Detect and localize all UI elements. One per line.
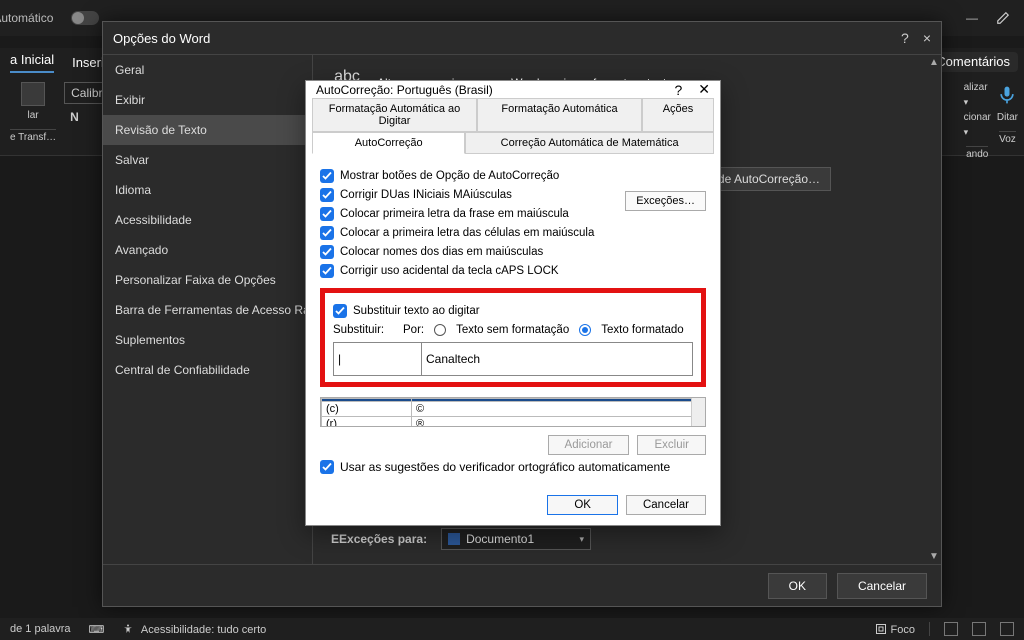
minimize-icon[interactable]: — <box>966 11 978 25</box>
checkbox-replace-typing[interactable] <box>333 304 347 318</box>
autocorrect-close-button[interactable]: ✕ <box>698 81 710 98</box>
with-input[interactable] <box>421 342 693 376</box>
accessibility-icon <box>122 623 134 635</box>
sidebar-item-general[interactable]: Geral <box>103 55 312 85</box>
word-count[interactable]: de 1 palavra <box>10 623 71 635</box>
sidebar-item-accessibility[interactable]: Acessibilidade <box>103 205 312 235</box>
sidebar-item-addins[interactable]: Suplementos <box>103 325 312 355</box>
view-print-icon[interactable] <box>972 622 986 636</box>
checkbox-days[interactable] <box>320 245 334 259</box>
view-web-icon[interactable] <box>1000 622 1014 636</box>
exceptions-button[interactable]: Exceções… <box>625 191 706 211</box>
view-readmode-icon[interactable] <box>944 622 958 636</box>
radio-formatted-text[interactable] <box>579 324 591 336</box>
checkbox-show-buttons[interactable] <box>320 169 334 183</box>
tab-autoformat-typing[interactable]: Formatação Automática ao Digitar <box>312 98 477 132</box>
sidebar-item-save[interactable]: Salvar <box>103 145 312 175</box>
scroll-up-arrow[interactable]: ▲ <box>929 57 939 68</box>
label-with: Por: <box>403 324 424 336</box>
checkbox-first-cell[interactable] <box>320 226 334 240</box>
focus-mode-button[interactable]: Foco <box>875 623 915 636</box>
help-button[interactable]: ? <box>901 30 909 46</box>
dictate-group: Ditar Voz <box>997 82 1018 145</box>
sidebar-item-trust[interactable]: Central de Confiabilidade <box>103 355 312 385</box>
checkbox-two-caps[interactable] <box>320 188 334 202</box>
autocorrect-body: Mostrar botões de Opção de AutoCorreção … <box>306 154 720 397</box>
exceptions-combo[interactable]: Documento1 <box>441 528 591 550</box>
tab-home[interactable]: a Inicial <box>10 52 54 73</box>
autocorrect-titlebar: AutoCorreção: Português (Brasil) ? ✕ <box>306 81 720 98</box>
scroll-down-arrow[interactable]: ▼ <box>929 551 939 562</box>
word-options-title-text: Opções do Word <box>113 31 210 46</box>
replacement-list[interactable]: (c)© (r)® (tm)™ :(* :-(* :)** <box>320 397 706 427</box>
sidebar-item-advanced[interactable]: Avançado <box>103 235 312 265</box>
sidebar-item-ribbon[interactable]: Personalizar Faixa de Opções <box>103 265 312 295</box>
close-button[interactable]: × <box>923 30 931 46</box>
autosave-label: o Automático <box>0 11 53 25</box>
options-sidebar: Geral Exibir Revisão de Texto Salvar Idi… <box>103 55 313 564</box>
list-item: (r)® <box>322 417 705 428</box>
delete-button[interactable]: Excluir <box>637 435 706 455</box>
autocorrect-help-button[interactable]: ? <box>674 82 682 98</box>
sidebar-item-display[interactable]: Exibir <box>103 85 312 115</box>
tab-autocorrect[interactable]: AutoCorreção <box>312 132 465 154</box>
replace-input[interactable] <box>333 342 421 376</box>
bold-button[interactable]: N <box>64 108 85 126</box>
paste-icon[interactable] <box>21 82 45 106</box>
tab-autoformat[interactable]: Formatação Automática <box>477 98 642 132</box>
focus-icon <box>875 623 887 635</box>
language-indicator[interactable]: ⌨ <box>89 623 105 636</box>
edit-pencil-icon[interactable] <box>996 11 1010 25</box>
word-options-titlebar: Opções do Word ? × <box>103 22 941 54</box>
options-footer: OK Cancelar <box>103 564 941 606</box>
exceptions-for-label: EExceções para:Exceções para: <box>331 532 427 546</box>
autocorrect-cancel-button[interactable]: Cancelar <box>626 495 706 515</box>
editing-group: alizar▾ cionar▾ ando <box>964 82 991 160</box>
word-doc-icon <box>448 533 460 545</box>
checkbox-use-suggestions[interactable] <box>320 460 334 474</box>
autocorrect-dialog: AutoCorreção: Português (Brasil) ? ✕ For… <box>305 80 721 526</box>
accessibility-status[interactable]: Acessibilidade: tudo certo <box>122 623 266 636</box>
sidebar-item-proofing[interactable]: Revisão de Texto <box>103 115 312 145</box>
highlighted-replace-section: Substituir texto ao digitar Substituir: … <box>320 288 706 387</box>
autocorrect-ok-button[interactable]: OK <box>547 495 618 515</box>
list-scrollbar[interactable] <box>691 398 705 426</box>
autocorrect-tabs-row2: AutoCorreção Correção Automática de Mate… <box>306 132 720 154</box>
sidebar-item-quicktoolbar[interactable]: Barra de Ferramentas de Acesso Rápido <box>103 295 312 325</box>
autosave-toggle[interactable] <box>71 11 99 25</box>
app-background: o Automático — a Inicial Inserir 💬 Comen… <box>0 0 1024 640</box>
autocorrect-title-text: AutoCorreção: Português (Brasil) <box>316 83 493 97</box>
options-cancel-button[interactable]: Cancelar <box>837 573 927 599</box>
add-button[interactable]: Adicionar <box>548 435 630 455</box>
label-replace: Substituir: <box>333 324 393 336</box>
options-scrollbar[interactable]: ▲ ▼ <box>927 55 941 564</box>
tab-math-autocorrect[interactable]: Correção Automática de Matemática <box>465 132 714 154</box>
tab-actions[interactable]: Ações <box>642 98 714 132</box>
autocorrect-tabs-row1: Formatação Automática ao Digitar Formata… <box>306 98 720 132</box>
microphone-icon[interactable] <box>997 82 1017 108</box>
radio-plain-text[interactable] <box>434 324 446 336</box>
sidebar-item-language[interactable]: Idioma <box>103 175 312 205</box>
clipboard-group: lar e Transf… <box>10 82 56 143</box>
status-bar: de 1 palavra ⌨ Acessibilidade: tudo cert… <box>0 618 1024 640</box>
checkbox-caps-lock[interactable] <box>320 264 334 278</box>
options-ok-button[interactable]: OK <box>768 573 827 599</box>
ribbon-right-section: alizar▾ cionar▾ ando Ditar Voz <box>964 76 1018 156</box>
list-item: (c)© <box>322 402 705 417</box>
checkbox-first-sentence[interactable] <box>320 207 334 221</box>
